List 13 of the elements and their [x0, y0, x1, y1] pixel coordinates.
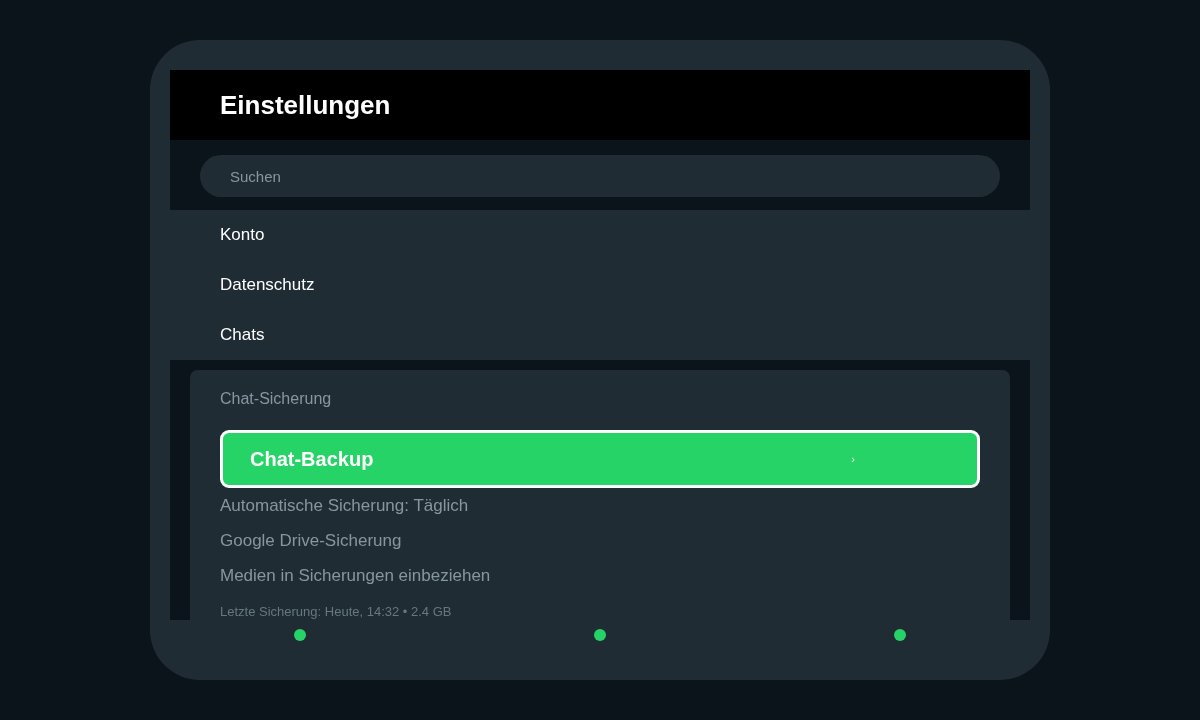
- settings-item[interactable]: Automatische Sicherung: Täglich: [220, 488, 469, 523]
- page-dot: [294, 629, 306, 641]
- settings-item[interactable]: Medien in Sicherungen einbeziehen: [220, 558, 491, 593]
- search-field[interactable]: Suchen: [200, 155, 1000, 197]
- page-dot: [894, 629, 906, 641]
- page-dot: [594, 629, 606, 641]
- section-title: Chat-Sicherung: [220, 389, 332, 409]
- menu-item[interactable]: Chats: [170, 310, 1030, 360]
- menu-item[interactable]: Konto: [170, 210, 1030, 260]
- settings-item[interactable]: Google Drive-Sicherung: [220, 523, 402, 558]
- menu-item[interactable]: Datenschutz: [170, 260, 1030, 310]
- backup-info-text: Letzte Sicherung: Heute, 14:32 • 2.4 GB: [220, 604, 452, 620]
- page-title: Einstellungen: [220, 89, 391, 121]
